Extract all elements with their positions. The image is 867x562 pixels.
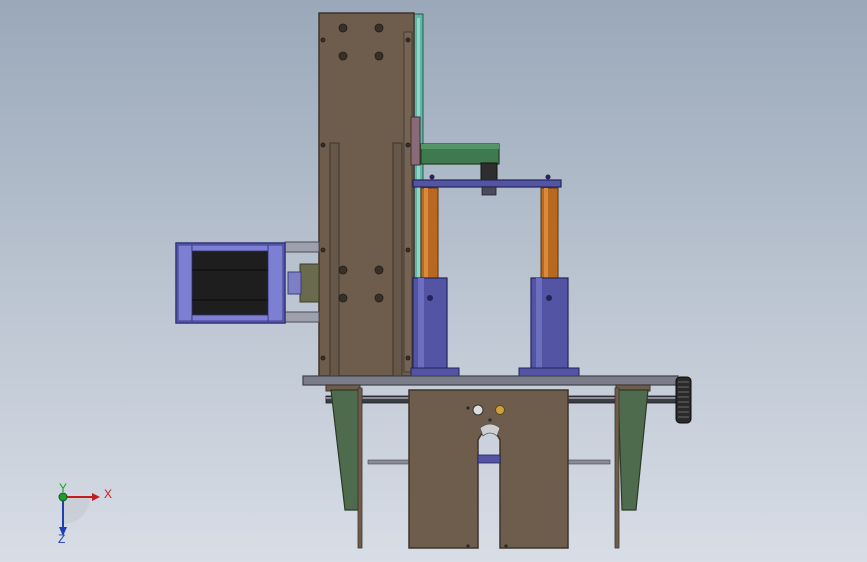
crossbar-hub (481, 186, 497, 196)
cylinder-port-right (546, 295, 552, 301)
cad-viewport[interactable]: X Y Z (0, 0, 867, 562)
cylinder-port-left (427, 295, 433, 301)
guide-post-left-shine (424, 188, 428, 280)
base-plate (302, 375, 679, 386)
motor-rod-lower (284, 311, 320, 323)
x-axis-label: X (104, 487, 112, 501)
green-arm-highlight (421, 144, 499, 149)
base-assembly[interactable] (302, 375, 692, 549)
column-slot-left (329, 142, 340, 377)
lift-cylinder-left-shine (418, 278, 424, 370)
column-clamp-block (410, 116, 421, 166)
guide-post-left (420, 187, 439, 281)
lift-cylinder-right-shine (536, 278, 542, 370)
hand-wheel[interactable] (675, 376, 692, 424)
arm-clamp-nut (480, 162, 498, 181)
lift-columns[interactable] (410, 187, 580, 378)
front-panel (408, 389, 569, 549)
side-bracket-right (617, 389, 649, 511)
motor-coupling (299, 263, 320, 303)
leg-left (357, 387, 363, 549)
cad-model-view[interactable]: X Y Z (0, 0, 867, 562)
guide-post-right-shine (544, 188, 548, 280)
leg-right (614, 387, 620, 549)
column-edge-strip (403, 31, 413, 373)
motor-rod-upper (284, 241, 320, 253)
motor-body (191, 248, 269, 318)
top-crossbar (412, 179, 562, 188)
vertical-column[interactable] (318, 12, 424, 377)
x-axis-arrow (92, 493, 100, 501)
y-axis-label: Y (59, 481, 67, 495)
motor-shaft-collar (287, 271, 302, 295)
triad-plane-shade (63, 497, 90, 524)
column-slot-right (392, 142, 403, 377)
lower-rod-left (367, 459, 411, 465)
orientation-triad: X Y Z (58, 481, 112, 546)
guide-post-right (540, 187, 559, 281)
lower-rod-right (567, 459, 611, 465)
panel-cross-slider (477, 454, 501, 464)
stepper-motor[interactable] (175, 241, 320, 324)
hand-wheel-body (675, 376, 692, 424)
z-axis-label: Z (58, 532, 65, 546)
upper-arm-assembly[interactable] (412, 143, 562, 196)
side-bracket-left (330, 389, 363, 511)
